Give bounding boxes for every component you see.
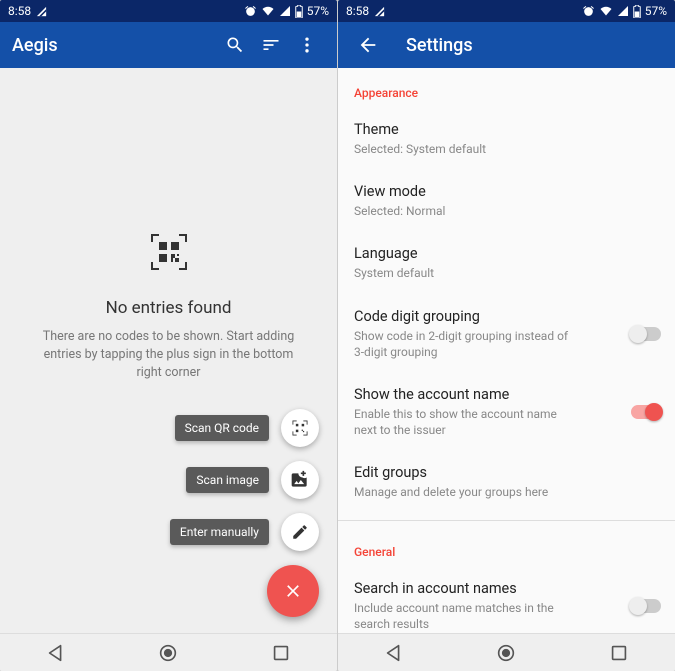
app-bar: Settings <box>338 22 675 68</box>
search-icon[interactable] <box>217 27 253 63</box>
fab-label-manual: Enter manually <box>170 519 269 545</box>
signal-icon <box>617 5 629 17</box>
fab-scan-qr[interactable] <box>281 409 319 447</box>
battery-icon <box>295 5 303 18</box>
wifi-icon <box>261 5 275 17</box>
close-icon <box>283 581 303 601</box>
phone-right: 8:58 57% Settings Appearance Theme Selec… <box>338 0 675 671</box>
image-add-icon <box>290 470 310 490</box>
pref-view-mode[interactable]: View mode Selected: Normal <box>338 170 675 232</box>
alarm-icon <box>244 5 257 18</box>
pref-summary: Enable this to show the account name nex… <box>354 406 579 438</box>
divider <box>338 520 675 521</box>
pref-summary: Show code in 2-digit grouping instead of… <box>354 328 579 360</box>
nav-recent[interactable] <box>270 642 292 664</box>
pref-edit-groups[interactable]: Edit groups Manage and delete your group… <box>338 451 675 513</box>
fab-close[interactable] <box>267 565 319 617</box>
nav-bar <box>0 633 337 671</box>
fab-label-scan-qr: Scan QR code <box>175 415 269 441</box>
pref-summary: System default <box>354 265 594 281</box>
pref-title: View mode <box>354 183 659 200</box>
pref-summary: Selected: System default <box>354 141 594 157</box>
pref-theme[interactable]: Theme Selected: System default <box>338 108 675 170</box>
empty-state: No entries found There are no codes to b… <box>0 228 337 382</box>
status-time: 8:58 <box>8 4 31 18</box>
fab-stack: Scan QR code Scan image Enter manually <box>170 409 319 617</box>
app-bar: Aegis <box>0 22 337 68</box>
arrow-back-icon <box>357 34 379 56</box>
signal-icon <box>279 5 291 17</box>
settings-list[interactable]: Appearance Theme Selected: System defaul… <box>338 68 675 633</box>
sim-icon <box>374 6 385 17</box>
page-title: Settings <box>406 35 473 56</box>
pref-title: Search in account names <box>354 580 659 597</box>
switch-digit-grouping[interactable] <box>631 327 661 341</box>
sim-icon <box>36 6 47 17</box>
battery-icon <box>633 5 641 18</box>
qr-scan-icon <box>290 418 310 438</box>
pref-summary: Manage and delete your groups here <box>354 484 594 500</box>
status-bar: 8:58 57% <box>338 0 675 22</box>
fab-scan-image[interactable] <box>281 461 319 499</box>
pref-title: Edit groups <box>354 464 659 481</box>
pencil-icon <box>291 523 309 541</box>
wifi-icon <box>599 5 613 17</box>
fab-enter-manual[interactable] <box>281 513 319 551</box>
status-bar: 8:58 57% <box>0 0 337 22</box>
phone-left: 8:58 57% Aegis <box>0 0 337 671</box>
status-battery: 57% <box>307 4 329 18</box>
status-time: 8:58 <box>346 4 369 18</box>
back-button[interactable] <box>350 27 386 63</box>
qr-code-icon <box>145 228 193 280</box>
overflow-menu-icon[interactable] <box>289 27 325 63</box>
alarm-icon <box>582 5 595 18</box>
nav-home[interactable] <box>157 642 179 664</box>
status-battery: 57% <box>645 4 667 18</box>
pref-language[interactable]: Language System default <box>338 232 675 294</box>
switch-account-name[interactable] <box>631 405 661 419</box>
nav-home[interactable] <box>495 642 517 664</box>
switch-search-account[interactable] <box>631 599 661 613</box>
main-content: No entries found There are no codes to b… <box>0 68 337 633</box>
empty-title: No entries found <box>106 298 232 318</box>
app-title: Aegis <box>12 35 58 56</box>
pref-summary: Include account name matches in the sear… <box>354 600 579 632</box>
sort-icon[interactable] <box>253 27 289 63</box>
nav-bar <box>338 633 675 671</box>
pref-title: Code digit grouping <box>354 308 659 325</box>
pref-digit-grouping[interactable]: Code digit grouping Show code in 2-digit… <box>338 295 675 373</box>
pref-summary: Selected: Normal <box>354 203 594 219</box>
pref-title: Show the account name <box>354 386 659 403</box>
fab-label-scan-image: Scan image <box>186 467 269 493</box>
section-appearance: Appearance <box>338 68 675 108</box>
pref-account-name[interactable]: Show the account name Enable this to sho… <box>338 373 675 451</box>
nav-back[interactable] <box>383 642 405 664</box>
pref-title: Theme <box>354 121 659 138</box>
section-general: General <box>338 527 675 567</box>
pref-search-account[interactable]: Search in account names Include account … <box>338 567 675 634</box>
pref-title: Language <box>354 245 659 262</box>
nav-back[interactable] <box>45 642 67 664</box>
empty-body: There are no codes to be shown. Start ad… <box>30 328 307 382</box>
nav-recent[interactable] <box>608 642 630 664</box>
